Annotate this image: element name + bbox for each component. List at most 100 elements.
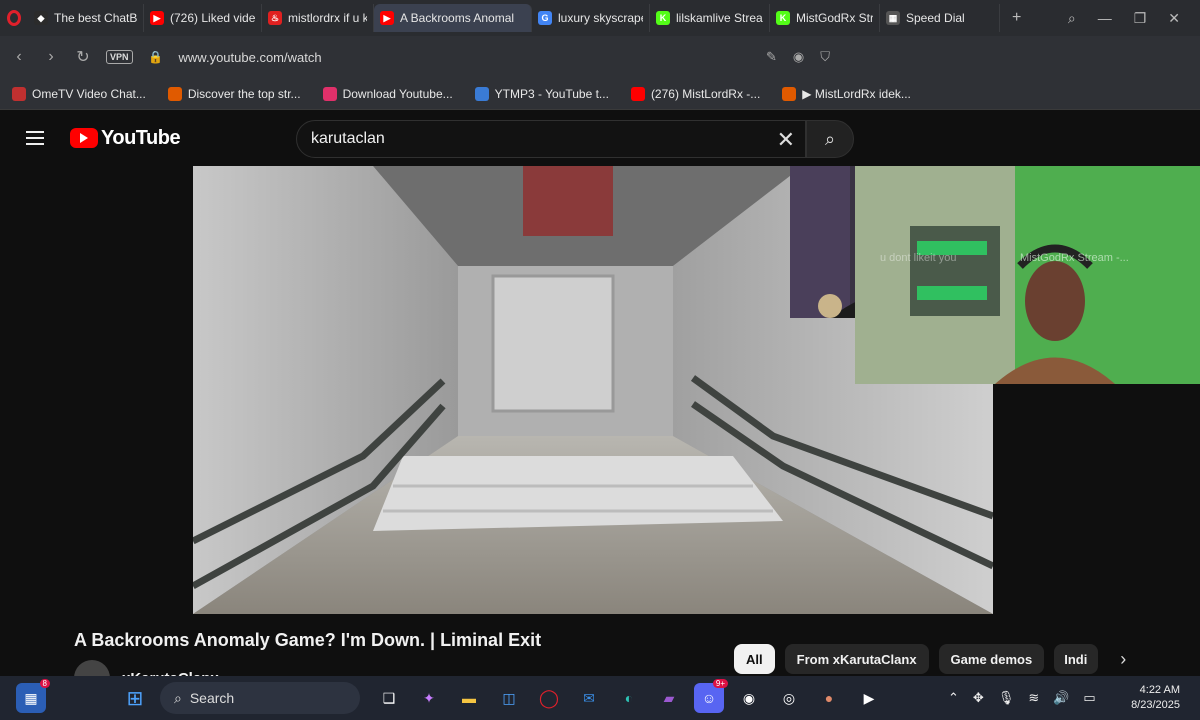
copilot-icon[interactable]: ✦ <box>414 683 444 713</box>
clock-date: 8/23/2025 <box>1131 699 1180 711</box>
app-icon[interactable]: ● <box>814 683 844 713</box>
window-controls: ⌕ — ❐ ✕ <box>1068 10 1200 27</box>
widgets-badge: 8 <box>39 679 50 688</box>
lock-icon[interactable]: 🔒 <box>147 50 165 64</box>
media-player-icon[interactable]: ▶ <box>854 683 884 713</box>
clock-time: 4:22 AM <box>1139 684 1180 696</box>
video-title: A Backrooms Anomaly Game? I'm Down. | Li… <box>74 630 542 650</box>
camera-icon[interactable]: ◉ <box>793 49 804 65</box>
browser-tab[interactable]: ▦ Speed Dial <box>880 4 1000 32</box>
browser-tab[interactable]: ▶ A Backrooms Anomal <box>374 4 532 32</box>
search-input[interactable]: karutaclan ✕ <box>296 120 806 158</box>
opera-menu-icon[interactable] <box>0 0 28 36</box>
bookmark-item[interactable]: Download Youtube... <box>322 86 453 101</box>
new-tab-icon[interactable]: + <box>1000 9 1033 27</box>
bookmark-item[interactable]: Discover the top str... <box>167 86 301 101</box>
tab-favicon-icon: G <box>538 11 552 25</box>
minimize-icon[interactable]: — <box>1098 10 1112 27</box>
edit-icon[interactable]: ✎ <box>766 49 777 65</box>
browser-tab[interactable]: ◆ The best ChatBot <box>28 4 144 32</box>
clock[interactable]: 4:22 AM 8/23/2025 <box>1131 683 1200 713</box>
chips-next-icon[interactable]: › <box>1108 649 1126 670</box>
search-button[interactable]: ⌕ <box>806 120 854 158</box>
taskbar-search-label: Search <box>189 690 235 706</box>
camera-app-icon[interactable]: ◉ <box>734 683 764 713</box>
volume-icon[interactable]: 🔊 <box>1053 690 1069 706</box>
bookmark-label: (276) MistLordRx -... <box>650 86 761 101</box>
address-bar: ‹ › ↻ VPN 🔒 www.youtube.com/watch ✎ ◉ ⛉ <box>0 36 1200 78</box>
filter-chip[interactable]: Game demos <box>938 644 1045 674</box>
bookmark-label: OmeTV Video Chat... <box>32 86 146 101</box>
microphone-icon[interactable]: 🎙 <box>998 690 1015 706</box>
shield-icon[interactable]: ⛉ <box>820 49 830 65</box>
tab-label: (726) Liked videos <box>170 11 255 25</box>
start-icon[interactable]: ⊞ <box>120 683 150 713</box>
browser-tab[interactable]: ♨ mistlordrx if u kar <box>262 4 374 32</box>
battery-icon[interactable]: ▭ <box>1083 690 1095 706</box>
file-explorer-icon[interactable]: ▬ <box>454 683 484 713</box>
watch-page: MistGodRx Stream -... u dont likeit you … <box>0 166 1200 696</box>
widgets-icon[interactable]: ▦ 8 <box>16 679 50 713</box>
menu-icon[interactable] <box>0 131 70 145</box>
close-window-icon[interactable]: ✕ <box>1168 10 1180 27</box>
filter-chip[interactable]: All <box>734 644 775 674</box>
store-icon[interactable]: ◫ <box>494 683 524 713</box>
browser-tab[interactable]: K MistGodRx Stre <box>770 4 880 32</box>
clipchamp-icon[interactable]: ▰ <box>654 683 684 713</box>
tab-favicon-icon: K <box>776 11 790 25</box>
bookmark-favicon-icon <box>322 86 337 101</box>
search-icon: ⌕ <box>824 128 836 149</box>
tab-favicon-icon: ♨ <box>268 11 282 25</box>
opera-taskbar-icon[interactable]: ◯ <box>534 683 564 713</box>
url-field[interactable]: www.youtube.com/watch <box>179 50 322 65</box>
tray-overflow-icon[interactable]: ⌃ <box>948 690 959 706</box>
bookmark-favicon-icon <box>12 86 26 101</box>
bookmark-label: YTMP3 - YouTube t... <box>494 86 609 101</box>
discord-icon[interactable]: ☺ 9+ <box>694 679 728 713</box>
youtube-play-icon <box>70 128 98 148</box>
browser-tab[interactable]: ▶ (726) Liked videos <box>144 4 262 32</box>
discord-badge: 9+ <box>712 679 728 688</box>
bookmark-favicon-icon <box>630 86 645 101</box>
recommendation-chips: All From xKarutaClanx Game demos Indi › <box>734 644 1126 674</box>
bookmark-item[interactable]: OmeTV Video Chat... <box>12 86 146 101</box>
forward-icon[interactable]: › <box>42 48 60 66</box>
youtube-logo[interactable]: YouTube <box>70 126 181 150</box>
bookmark-label: Discover the top str... <box>187 86 301 101</box>
bookmark-label: ▶ MistLordRx idek... <box>802 86 911 101</box>
reload-icon[interactable]: ↻ <box>74 47 92 67</box>
caption-overlay: u dont likeit you <box>880 252 957 264</box>
tab-label: MistGodRx Stre <box>796 11 873 25</box>
filter-chip[interactable]: From xKarutaClanx <box>784 644 929 674</box>
stream-title-overlay: MistGodRx Stream -... <box>1020 252 1129 264</box>
obs-icon[interactable]: ◎ <box>774 683 804 713</box>
tab-favicon-icon: K <box>656 11 670 25</box>
bookmark-label: Download Youtube... <box>342 86 453 101</box>
bookmark-favicon-icon <box>782 86 797 101</box>
bookmark-item[interactable]: (276) MistLordRx -... <box>630 86 761 101</box>
task-view-icon[interactable]: ❑ <box>374 683 404 713</box>
back-icon[interactable]: ‹ <box>10 48 28 66</box>
taskbar-search[interactable]: ⌕ Search <box>160 682 360 714</box>
browser-tab[interactable]: Gluxury skyscraper <box>532 4 650 32</box>
browser-tab-strip: ◆ The best ChatBot ▶ (726) Liked videos ♨ mis… <box>0 0 1200 36</box>
outlook-icon[interactable]: ✉ <box>574 683 604 713</box>
address-actions: ✎ ◉ ⛉ <box>766 49 1190 65</box>
windows-taskbar: ▦ 8 ⊞ ⌕ Search ❑ ✦ ▬ ◫ ◯ ✉ ◐ ▰ ☺ 9+ ◉ ◎ ● … <box>0 676 1200 720</box>
edge-icon[interactable]: ◐ <box>614 683 644 713</box>
bookmark-item[interactable]: ▶ MistLordRx idek... <box>782 86 911 101</box>
tab-label: The best ChatBot <box>54 11 137 25</box>
tab-favicon-icon: ◆ <box>34 11 48 25</box>
maximize-icon[interactable]: ❐ <box>1134 10 1147 27</box>
youtube-logo-text: YouTube <box>101 126 181 149</box>
filter-chip[interactable]: Indi <box>1054 644 1099 674</box>
search-tabs-icon[interactable]: ⌕ <box>1068 10 1076 27</box>
bookmark-item[interactable]: YTMP3 - YouTube t... <box>474 86 609 101</box>
browser-tab[interactable]: Klilskamlive Stream <box>650 4 770 32</box>
tab-favicon-icon: ▶ <box>150 11 164 25</box>
tab-label: Speed Dial <box>906 11 965 25</box>
wifi-icon[interactable]: ≋ <box>1028 690 1039 706</box>
clear-search-icon[interactable]: ✕ <box>777 127 795 153</box>
vpn-badge[interactable]: VPN <box>106 50 133 64</box>
tray-app-icon[interactable]: ✥ <box>973 690 984 706</box>
